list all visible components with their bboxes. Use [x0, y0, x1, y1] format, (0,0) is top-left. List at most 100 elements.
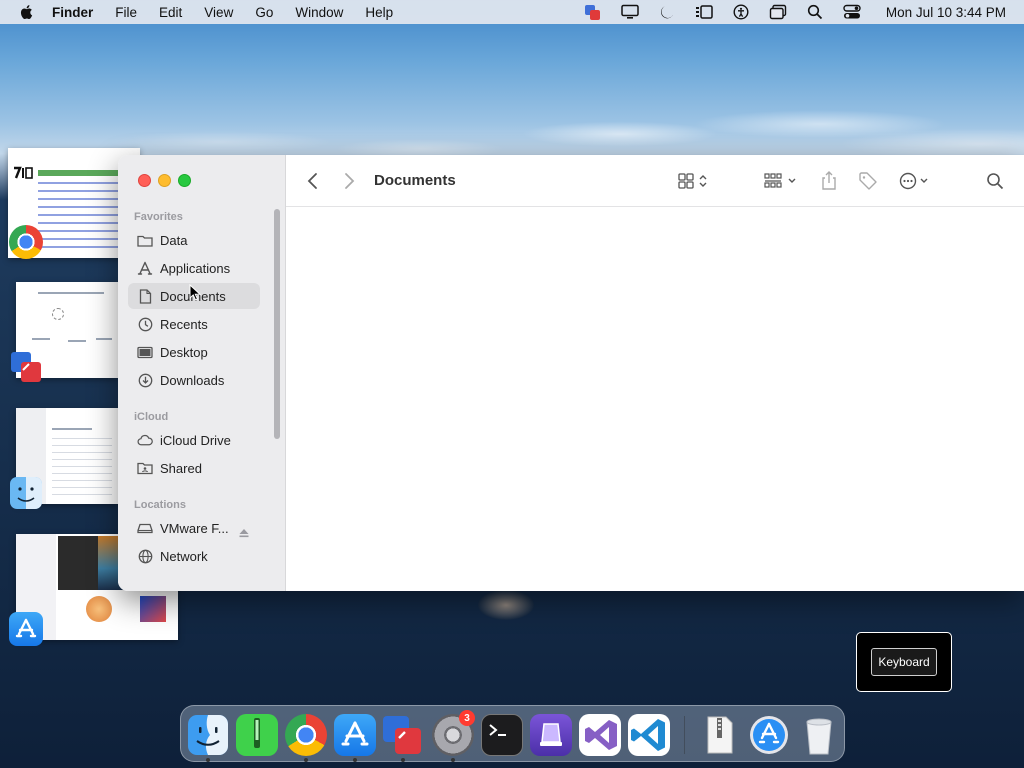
- clock-icon: [137, 316, 153, 332]
- dock-running-indicator: [353, 758, 357, 762]
- thumb-line: [32, 338, 50, 340]
- wallpaper-island: [478, 590, 534, 620]
- app-store-icon: [9, 612, 43, 646]
- dock-running-indicator: [451, 758, 455, 762]
- dock-terminal-icon[interactable]: [481, 714, 523, 756]
- menu-clock[interactable]: Mon Jul 10 3:44 PM: [886, 5, 1006, 20]
- thumb-line: [52, 428, 92, 430]
- close-button[interactable]: [138, 174, 151, 187]
- apple-logo-icon[interactable]: [18, 3, 36, 21]
- view-mode-button[interactable]: [678, 171, 714, 191]
- dock-trash-icon[interactable]: [798, 714, 840, 756]
- sidebar-item-applications[interactable]: Applications: [128, 255, 260, 281]
- thumb-line: [68, 340, 86, 342]
- share-icon: [822, 171, 836, 190]
- dock-app-store-icon[interactable]: [334, 714, 376, 756]
- eject-icon[interactable]: [238, 528, 250, 538]
- ellipsis-circle-icon: [899, 172, 928, 190]
- menu-app-finder[interactable]: Finder: [52, 5, 93, 20]
- thumb-table: [38, 182, 128, 252]
- sidebar-item-label: VMware F...: [160, 520, 229, 536]
- sidebar-scrollbar[interactable]: [274, 209, 280, 439]
- wallpaper-clouds: [0, 24, 1024, 174]
- tag-button[interactable]: [858, 171, 878, 191]
- grid-view-icon: [678, 173, 707, 189]
- chevron-right-icon: [345, 173, 355, 189]
- dock-vscode-icon[interactable]: [628, 714, 670, 756]
- focus-moon-icon[interactable]: [658, 3, 676, 21]
- keyboard-overlay: Keyboard: [856, 632, 952, 692]
- sidebar-item-desktop[interactable]: Desktop: [128, 339, 260, 365]
- finder-sidebar: Favorites Data Applications Documents Re…: [118, 155, 286, 591]
- window-icon[interactable]: [769, 3, 787, 21]
- back-button[interactable]: [306, 171, 320, 191]
- folder-icon: [137, 232, 153, 248]
- sidebar-item-recents[interactable]: Recents: [128, 311, 260, 337]
- group-button[interactable]: [764, 171, 802, 191]
- menu-help[interactable]: Help: [365, 5, 393, 20]
- accessibility-icon[interactable]: [732, 3, 750, 21]
- menu-window[interactable]: Window: [295, 5, 343, 20]
- dock-vmware-icon[interactable]: [381, 714, 423, 756]
- dock-running-indicator: [304, 758, 308, 762]
- thumb-line: [38, 292, 104, 294]
- network-globe-icon: [137, 548, 153, 564]
- more-actions-button[interactable]: [898, 171, 934, 191]
- document-icon: [137, 288, 153, 304]
- dock-app-store-download-icon[interactable]: [748, 714, 790, 756]
- zoom-button[interactable]: [178, 174, 191, 187]
- sidebar-item-label: Network: [160, 548, 208, 564]
- forward-button[interactable]: [342, 171, 356, 191]
- dock-terminal-tool-icon[interactable]: [236, 714, 278, 756]
- thumb-dark-card: [58, 536, 98, 590]
- search-button[interactable]: [986, 171, 1004, 191]
- file-content-area[interactable]: [286, 207, 1024, 591]
- 7zip-logo-icon: [12, 166, 34, 180]
- keyboard-button[interactable]: Keyboard: [871, 648, 937, 676]
- thumb-circle: [52, 308, 64, 320]
- sidebar-item-label: iCloud Drive: [160, 432, 231, 448]
- section-favorites: Favorites: [134, 211, 183, 223]
- sidebar-item-label: Downloads: [160, 372, 225, 388]
- dock-visual-studio-icon[interactable]: [579, 714, 621, 756]
- section-icloud: iCloud: [134, 411, 169, 423]
- spotlight-search-icon[interactable]: [806, 3, 824, 21]
- sidebar-item-icloud-drive[interactable]: iCloud Drive: [128, 427, 260, 453]
- sidebar-item-downloads[interactable]: Downloads: [128, 367, 260, 393]
- menu-view[interactable]: View: [204, 5, 233, 20]
- sidebar-item-network[interactable]: Network: [128, 543, 260, 569]
- menu-go[interactable]: Go: [255, 5, 273, 20]
- menu-file[interactable]: File: [115, 5, 137, 20]
- dock-running-indicator: [401, 758, 405, 762]
- minimize-button[interactable]: [158, 174, 171, 187]
- mouse-cursor-icon: [189, 284, 201, 301]
- dock-separator: [684, 716, 685, 754]
- sidebar-item-shared[interactable]: Shared: [128, 455, 260, 481]
- search-icon: [987, 173, 1004, 190]
- sidebar-item-label: Applications: [160, 260, 231, 276]
- share-button[interactable]: [820, 171, 838, 191]
- shared-folder-icon: [137, 460, 153, 476]
- menu-edit[interactable]: Edit: [159, 5, 182, 20]
- control-center-icon[interactable]: [843, 3, 861, 21]
- sidebar-item-label: Data: [160, 232, 188, 248]
- vmware-fusion-icon: [9, 350, 43, 384]
- sidebar-item-data[interactable]: Data: [128, 227, 260, 253]
- vmware-icon[interactable]: [584, 3, 602, 21]
- menu-bar: Finder File Edit View Go Window Help Mon…: [0, 0, 1024, 24]
- stage-manager-icon[interactable]: [695, 3, 713, 21]
- thumb-icon-art: [140, 596, 166, 622]
- dock-archive-icon[interactable]: [699, 714, 741, 756]
- dock-finder-icon[interactable]: [187, 714, 229, 756]
- display-icon[interactable]: [621, 3, 639, 21]
- finder-window: Favorites Data Applications Documents Re…: [118, 155, 1024, 591]
- thumb-orange-circle: [86, 596, 112, 622]
- thumb-line: [96, 338, 112, 340]
- section-locations: Locations: [134, 499, 186, 511]
- finder-toolbar: Documents: [286, 155, 1024, 207]
- dock-apple-configurator-icon[interactable]: [530, 714, 572, 756]
- chrome-icon: [9, 225, 43, 259]
- dock-chrome-icon[interactable]: [285, 714, 327, 756]
- tag-icon: [859, 172, 877, 190]
- sidebar-item-label: Recents: [160, 316, 208, 332]
